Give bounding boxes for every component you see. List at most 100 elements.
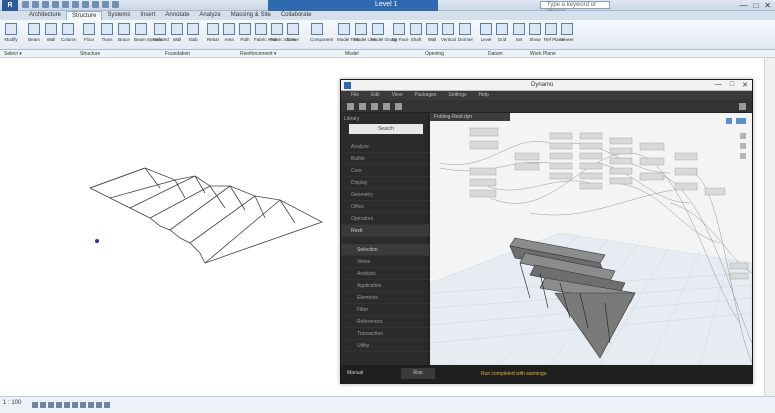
temporary-hide-icon[interactable]	[88, 402, 94, 408]
tab-massing-site[interactable]: Massing & Site	[226, 11, 276, 20]
truss-button[interactable]: Truss	[100, 23, 114, 42]
panel-select-label[interactable]: Select ▾	[4, 50, 22, 58]
undo-icon[interactable]	[42, 1, 49, 8]
wall-button[interactable]: Wall	[44, 23, 58, 42]
menu-view[interactable]: View	[392, 91, 403, 100]
open-icon[interactable]	[22, 1, 29, 8]
open-file-icon[interactable]	[359, 103, 366, 110]
library-subitem-transaction[interactable]: Transaction	[341, 328, 429, 340]
redo-icon[interactable]	[52, 1, 59, 8]
workspace-tab[interactable]: Folding-Roof.dyn	[430, 113, 510, 121]
library-search-input[interactable]: Search	[349, 124, 423, 134]
reveal-hidden-icon[interactable]	[96, 402, 102, 408]
run-mode-select[interactable]: Manual	[347, 370, 363, 376]
detail-level-icon[interactable]	[32, 402, 38, 408]
floor-button[interactable]: Floor	[82, 23, 96, 42]
menu-settings[interactable]: Settings	[448, 91, 466, 100]
brace-button[interactable]: Brace	[117, 23, 131, 42]
dynamo-graph-canvas[interactable]	[430, 113, 752, 365]
set-workplane-button[interactable]: Set	[512, 23, 526, 42]
render-icon[interactable]	[64, 402, 70, 408]
undo-icon[interactable]	[383, 103, 390, 110]
zoom-fit-icon[interactable]	[726, 118, 732, 124]
library-subitem-selection[interactable]: Selection	[341, 244, 429, 256]
library-subitem-analysis[interactable]: Analysis	[341, 268, 429, 280]
menu-packages[interactable]: Packages	[414, 91, 436, 100]
save-file-icon[interactable]	[371, 103, 378, 110]
measure-icon[interactable]	[72, 1, 79, 8]
ref-plane-button[interactable]: Ref Plane	[544, 23, 564, 42]
dynamo-minimize-button[interactable]: —	[715, 81, 722, 89]
redo-icon[interactable]	[395, 103, 402, 110]
isolated-foundation-button[interactable]: Isolated	[153, 23, 169, 42]
column-button[interactable]: Column	[61, 23, 77, 42]
model-text-button[interactable]: Model Text	[337, 23, 359, 42]
tab-analyze[interactable]: Analyze	[194, 11, 225, 20]
fabric-sheet-button[interactable]: Fabric Sheet	[270, 23, 296, 42]
area-button[interactable]: Area	[222, 23, 236, 42]
library-item-analyze[interactable]: Analyze	[341, 141, 429, 153]
application-menu-button[interactable]: R	[2, 0, 18, 11]
tab-annotate[interactable]: Annotate	[160, 11, 194, 20]
menu-help[interactable]: Help	[478, 91, 488, 100]
tab-structure[interactable]: Structure	[66, 11, 103, 20]
fabric-area-button[interactable]: Fabric Area	[254, 23, 277, 42]
shaft-button[interactable]: Shaft	[409, 23, 423, 42]
library-subitem-elements[interactable]: Elements	[341, 292, 429, 304]
menu-edit[interactable]: Edit	[371, 91, 380, 100]
show-workplane-button[interactable]: Show	[528, 23, 542, 42]
dynamo-close-button[interactable]: ✕	[742, 81, 748, 89]
rebar-button[interactable]: Rebar	[206, 23, 220, 42]
tab-architecture[interactable]: Architecture	[24, 11, 66, 20]
maximize-button[interactable]: □	[753, 0, 758, 11]
model-line-button[interactable]: Model Line	[354, 23, 376, 42]
save-icon[interactable]	[32, 1, 39, 8]
pan-icon[interactable]	[740, 153, 746, 159]
modify-button[interactable]: Modify	[4, 23, 18, 42]
dynamo-maximize-button[interactable]: □	[730, 81, 734, 89]
camera-icon[interactable]	[739, 103, 746, 110]
library-item-operators[interactable]: Operators	[341, 213, 429, 225]
library-subitem-views[interactable]: Views	[341, 256, 429, 268]
path-button[interactable]: Path	[238, 23, 252, 42]
library-subitem-filter[interactable]: Filter	[341, 304, 429, 316]
library-item-revit[interactable]: Revit	[341, 225, 429, 237]
panel-reinforcement-label[interactable]: Reinforcement ▾	[240, 50, 276, 58]
model-group-button[interactable]: Model Group	[371, 23, 397, 42]
close-button[interactable]: ✕	[764, 0, 771, 11]
beam-button[interactable]: Beam	[27, 23, 41, 42]
new-file-icon[interactable]	[347, 103, 354, 110]
tab-insert[interactable]: Insert	[135, 11, 160, 20]
wall-opening-button[interactable]: Wall	[425, 23, 439, 42]
wall-foundation-button[interactable]: Wall	[170, 23, 184, 42]
level-button[interactable]: Level	[479, 23, 493, 42]
library-item-display[interactable]: Display	[341, 177, 429, 189]
help-search-input[interactable]: Type a keyword or phrase	[540, 1, 610, 15]
zoom-in-icon[interactable]	[740, 133, 746, 139]
viewer-button[interactable]: Viewer	[560, 23, 574, 42]
tab-collaborate[interactable]: Collaborate	[276, 11, 317, 20]
tab-systems[interactable]: Systems	[102, 11, 135, 20]
visual-style-icon[interactable]	[40, 402, 46, 408]
section-icon[interactable]	[102, 1, 109, 8]
library-subitem-references[interactable]: References	[341, 316, 429, 328]
run-button[interactable]: Run	[401, 368, 435, 379]
beam-system-button[interactable]: Beam System	[134, 23, 162, 42]
zoom-out-icon[interactable]	[740, 143, 746, 149]
show-crop-icon[interactable]	[80, 402, 86, 408]
crop-view-icon[interactable]	[72, 402, 78, 408]
print-icon[interactable]	[62, 1, 69, 8]
vertical-scrollbar[interactable]	[764, 58, 775, 396]
text-icon[interactable]	[82, 1, 89, 8]
view-scale[interactable]: 1 : 100	[3, 400, 21, 406]
library-subitem-utility[interactable]: Utility	[341, 340, 429, 352]
analytical-model-icon[interactable]	[104, 402, 110, 408]
3d-view-icon[interactable]	[92, 1, 99, 8]
library-item-geometry[interactable]: Geometry	[341, 189, 429, 201]
grid-button[interactable]: Grid	[495, 23, 509, 42]
by-face-button[interactable]: By Face	[392, 23, 409, 42]
dormer-button[interactable]: Dormer	[458, 23, 473, 42]
minimize-button[interactable]: —	[739, 0, 747, 11]
library-item-office[interactable]: Office	[341, 201, 429, 213]
slab-button[interactable]: Slab	[186, 23, 200, 42]
